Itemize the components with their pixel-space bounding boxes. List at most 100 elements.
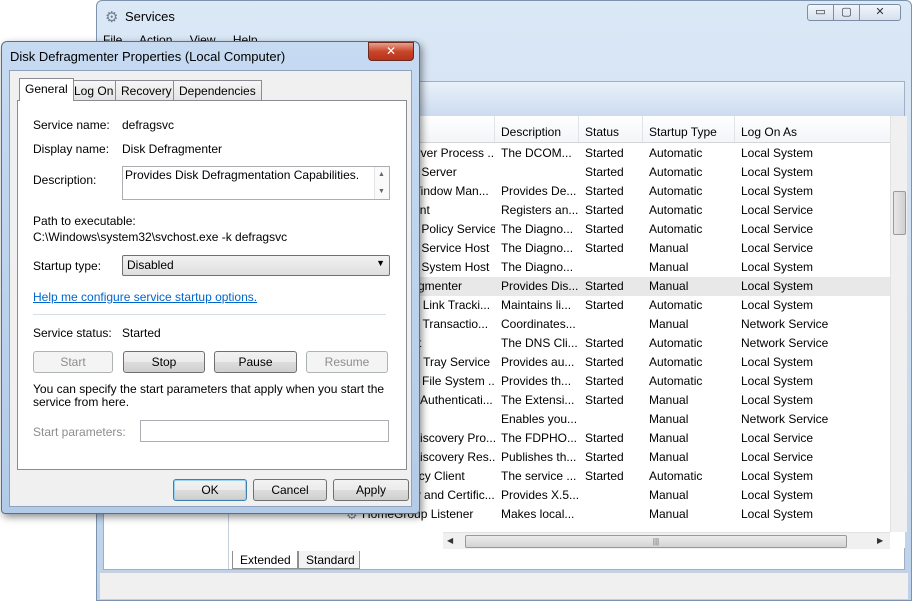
help-configure-link[interactable]: Help me configure service startup option… [33, 290, 257, 304]
row-description: The Extensi... [501, 393, 575, 407]
startup-type-label: Startup type: [33, 259, 102, 273]
vertical-scroll-thumb[interactable] [893, 191, 906, 235]
path-value: C:\Windows\system32\svchost.exe -k defra… [33, 230, 288, 244]
list-horizontal-scrollbar[interactable]: ◀ ||| ▶ [443, 532, 890, 549]
row-log-on-as: Network Service [741, 336, 829, 350]
row-status: Started [585, 469, 624, 483]
tab-recovery[interactable]: Recovery [115, 80, 178, 100]
row-description [501, 163, 579, 182]
service-row[interactable]: ⚙ HomeGroup Listener Makes local... Manual L… [340, 505, 905, 524]
stop-button[interactable]: Stop [123, 351, 205, 373]
description-box[interactable]: Provides Disk Defragmentation Capabiliti… [122, 166, 390, 200]
tab-general[interactable]: General [19, 78, 74, 101]
service-row[interactable]: ⚙Function Discovery Pro...The FDPHO...St… [340, 429, 905, 448]
service-row[interactable]: ⚙Desktop Window Man...Provides De...Star… [340, 182, 905, 201]
tab-standard[interactable]: Standard [298, 551, 360, 569]
services-titlebar[interactable]: ⚙ Services ▭ ▢ ✕ [97, 1, 911, 31]
cancel-button[interactable]: Cancel [253, 479, 327, 501]
row-startup-type: Automatic [649, 336, 703, 350]
minimize-button[interactable]: ▭ [807, 4, 834, 21]
status-bar [100, 572, 908, 599]
row-description: Provides X.5... [501, 488, 579, 502]
row-description: The Diagno... [501, 260, 574, 274]
column-description[interactable]: Description [495, 116, 579, 142]
service-row[interactable]: ⚙Extensible Authenticati...The Extensi..… [340, 391, 905, 410]
row-status: Started [585, 355, 624, 369]
pause-button[interactable]: Pause [214, 351, 297, 373]
row-startup-type: Automatic [649, 374, 703, 388]
row-description: Maintains li... [501, 298, 572, 312]
row-status: Started [585, 146, 624, 160]
scroll-left-icon[interactable]: ◀ [447, 536, 453, 545]
scroll-right-icon[interactable]: ▶ [877, 536, 883, 545]
row-log-on-as: Local System [741, 260, 814, 274]
column-status[interactable]: Status [579, 116, 643, 142]
row-startup-type: Automatic [649, 222, 703, 236]
row-description: Enables you... [501, 412, 578, 426]
scroll-up-icon[interactable]: ▲ [378, 171, 385, 178]
row-startup-type: Manual [649, 279, 689, 293]
start-button[interactable]: Start [33, 351, 113, 373]
list-vertical-scrollbar[interactable] [890, 116, 907, 532]
row-log-on-as: Local System [741, 165, 814, 179]
general-tab-panel: Service name: defragsvc Display name: Di… [17, 100, 407, 470]
row-status: Started [585, 431, 624, 445]
service-row[interactable]: ⚙Diagnostic Policy ServiceThe Diagno...S… [340, 220, 905, 239]
column-log-on-as[interactable]: Log On As [735, 116, 905, 142]
properties-dialog: Disk Defragmenter Properties (Local Comp… [1, 41, 420, 514]
dialog-client: General Log On Recovery Dependencies Ser… [9, 70, 412, 507]
row-description: Provides th... [501, 374, 572, 388]
list-header: Name ▲ Description Status Startup Type L… [340, 116, 905, 143]
service-row[interactable]: ⚙FaxEnables you...ManualNetwork Service [340, 410, 905, 429]
horizontal-scroll-thumb[interactable]: ||| [465, 535, 847, 548]
dialog-close-button[interactable]: ✕ [368, 42, 414, 61]
service-row[interactable]: ⚙Function Discovery Res...Publishes th..… [340, 448, 905, 467]
row-startup-type: Automatic [649, 184, 703, 198]
tab-log-on[interactable]: Log On [68, 80, 120, 100]
apply-button[interactable]: Apply [333, 479, 409, 501]
dialog-title: Disk Defragmenter Properties (Local Comp… [10, 49, 286, 64]
service-row[interactable]: ⚙DW WLAN Tray ServiceProvides au...Start… [340, 353, 905, 372]
row-status [585, 505, 643, 524]
row-startup-type: Manual [649, 412, 689, 426]
row-startup-type: Manual [649, 488, 689, 502]
row-description: The FDPHO... [501, 431, 578, 445]
row-log-on-as: Local System [741, 488, 814, 502]
services-list[interactable]: Name ▲ Description Status Startup Type L… [340, 116, 905, 548]
service-row[interactable]: ⚙DeltaCopy ServerStartedAutomaticLocal S… [340, 163, 905, 182]
row-startup-type: Automatic [649, 298, 703, 312]
row-startup-type: Automatic [649, 203, 703, 217]
service-row[interactable]: ⚙Disk DefragmenterProvides Dis...Started… [340, 277, 905, 296]
dropdown-arrow-icon: ▼ [376, 258, 385, 268]
row-log-on-as: Local Service [741, 222, 814, 236]
tab-extended[interactable]: Extended [232, 551, 298, 569]
maximize-button[interactable]: ▢ [833, 4, 860, 21]
close-icon: ✕ [385, 44, 397, 58]
services-close-button[interactable]: ✕ [859, 4, 901, 21]
service-row[interactable]: ⚙Health Key and Certific...Provides X.5.… [340, 486, 905, 505]
startup-type-dropdown[interactable]: Disabled ▼ [122, 255, 390, 276]
row-status: Started [585, 184, 624, 198]
column-startup-type[interactable]: Startup Type [643, 116, 735, 142]
row-log-on-as: Local System [741, 393, 814, 407]
service-row[interactable]: ⚙Encrypting File System ...Provides th..… [340, 372, 905, 391]
description-text: Provides Disk Defragmentation Capabiliti… [125, 168, 360, 182]
tab-dependencies[interactable]: Dependencies [173, 80, 262, 100]
service-row[interactable]: ⚙Group Policy ClientThe service ...Start… [340, 467, 905, 486]
service-row[interactable]: ⚙Diagnostic Service HostThe Diagno...Sta… [340, 239, 905, 258]
service-row[interactable]: ⚙DHCP ClientRegisters an...StartedAutoma… [340, 201, 905, 220]
resume-button[interactable]: Resume [306, 351, 388, 373]
scroll-down-icon[interactable]: ▼ [378, 188, 385, 195]
row-startup-type: Manual [649, 317, 689, 331]
row-log-on-as: Local System [741, 469, 814, 483]
service-row[interactable]: ⚙Distributed Transactio...Coordinates...… [340, 315, 905, 334]
service-name-value: defragsvc [122, 118, 175, 132]
service-row[interactable]: ⚙Diagnostic System HostThe Diagno...Manu… [340, 258, 905, 277]
ok-button[interactable]: OK [173, 479, 247, 501]
service-row[interactable]: ⚙Distributed Link Tracki...Maintains li.… [340, 296, 905, 315]
description-scrollbar[interactable]: ▲ ▼ [374, 167, 389, 199]
start-params-input[interactable] [140, 420, 389, 442]
service-row[interactable]: ⚙DNS ClientThe DNS Cli...StartedAutomati… [340, 334, 905, 353]
row-startup-type: Manual [649, 450, 689, 464]
service-row[interactable]: ⚙DCOM Server Process ...The DCOM...Start… [340, 144, 905, 163]
